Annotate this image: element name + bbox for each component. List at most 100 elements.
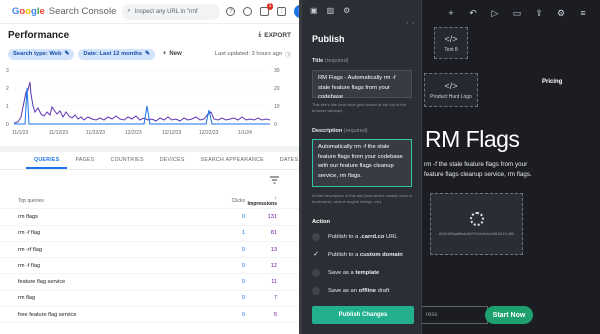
new-filter-button[interactable]: + New	[163, 51, 182, 57]
export-button[interactable]: ⤓ EXPORT	[258, 31, 291, 39]
y-right-tick: 30	[274, 68, 280, 74]
plus-icon: +	[162, 51, 167, 57]
filter-icon[interactable]	[270, 176, 279, 184]
tab-search-appearance[interactable]: SEARCH APPEARANCE	[193, 157, 272, 169]
email-input[interactable]: ress	[422, 306, 488, 324]
loading-spinner-icon	[469, 212, 484, 226]
title-label-text: Title	[312, 58, 324, 64]
description-textarea[interactable]: Automatically rm -f the stale feature fl…	[312, 139, 412, 187]
hero-description[interactable]: rm -f the stale feature flags from your …	[424, 160, 544, 180]
option-custom-domain[interactable]: ✓ Publish to a custom domain	[312, 251, 403, 259]
option-label: Publish to a custom domain	[328, 252, 403, 258]
add-icon[interactable]: +	[446, 8, 456, 18]
account-settings-icon[interactable]	[243, 7, 253, 16]
date-chip[interactable]: Date: Last 12 months ✎	[78, 48, 155, 60]
col-header-impressions[interactable]: ↓ Impressions	[245, 195, 299, 207]
clicks-cell: 1	[241, 230, 245, 237]
table-row[interactable]: feature flag service 0 11	[0, 274, 299, 291]
checkmark-icon: ✓	[313, 251, 319, 258]
impressions-cell: 12	[270, 262, 277, 269]
tab-countries[interactable]: COUNTRIES	[102, 157, 151, 169]
description-help-text: A brief description of this site (and wh…	[312, 193, 412, 204]
y-left-tick: 1	[6, 104, 9, 110]
tab-dates[interactable]: DATES	[272, 157, 299, 169]
x-tick: 12/12/23	[162, 130, 182, 136]
impressions-cell: 131	[267, 213, 277, 220]
table-row[interactable]: rm -f flag 1 81	[0, 226, 299, 242]
query-cell: rm flag	[18, 295, 36, 302]
impressions-cell: 7	[273, 295, 277, 302]
title-help-text: This site's title (and what gets shown a…	[312, 102, 406, 113]
panel-title: Publish	[312, 34, 345, 44]
preview-icon[interactable]: ▷	[490, 8, 500, 19]
option-offline-draft[interactable]: Save as an offline draft	[312, 287, 389, 295]
table-row[interactable]: rm -f flag 0 12	[0, 258, 299, 275]
radio-icon	[312, 287, 320, 295]
title-field-label: Title (required)	[312, 58, 349, 64]
publish-icon[interactable]: ⇪	[534, 8, 544, 19]
description-field-label: Description (required)	[312, 128, 368, 134]
query-cell: rm -f flag	[18, 230, 41, 237]
x-tick: 1/1/24	[238, 130, 252, 136]
x-tick: 11/12/23	[49, 130, 68, 136]
publish-panel: ▣ ▨ ⚙ ‹ › Publish Title (required) RM Fl…	[302, 0, 422, 334]
search-console-window: Google Search Console ⌕ Inspect any URL …	[0, 0, 299, 334]
image-icon[interactable]: ▨	[327, 6, 335, 15]
hero-heading[interactable]: RM Flags	[425, 126, 520, 153]
title-input[interactable]: RM Flags - Automatically rm -f stale fea…	[312, 70, 412, 100]
last-updated: Last updated: 3 hours ago ⓘ	[215, 50, 291, 59]
radio-icon	[312, 233, 320, 241]
option-label: Save as an offline draft	[328, 288, 390, 294]
product-name: Search Console	[48, 6, 117, 17]
pricing-link[interactable]: Pricing	[542, 79, 562, 85]
y-right-tick: 0	[274, 122, 277, 128]
search-type-label: Search type: Web	[13, 51, 62, 57]
start-now-button[interactable]: Start Now	[485, 306, 533, 324]
panel-nav-icon[interactable]: ‹ ›	[406, 21, 415, 27]
table-row[interactable]: rm flag 0 7	[0, 291, 299, 308]
description-required: (required)	[343, 128, 368, 134]
impressions-cell: 11	[271, 279, 277, 286]
x-tick: 11/22/23	[86, 130, 105, 136]
google-wordmark: Google	[12, 6, 45, 17]
option-carrd-url[interactable]: Publish to a .carrd.co URL	[312, 233, 398, 241]
y-right-tick: 10	[274, 104, 280, 110]
tab-pages[interactable]: PAGES	[67, 157, 102, 169]
help-icon[interactable]: ?	[226, 7, 236, 16]
clicks-cell: 0	[241, 262, 245, 269]
table-row[interactable]: rm flags 0 131	[0, 209, 299, 226]
settings-icon[interactable]: ⚙	[343, 6, 350, 15]
top-icons: ? 1 ⁞ B	[226, 3, 299, 18]
undo-icon[interactable]: ↶	[468, 8, 478, 19]
col-header-clicks[interactable]: Clicks	[195, 198, 245, 204]
product-hunt-logo-label: Product Hunt Logo	[430, 93, 472, 100]
notifications-icon[interactable]: 1	[260, 3, 274, 16]
tab-queries[interactable]: QUERIES	[26, 157, 68, 169]
menu-icon[interactable]: ≡	[578, 8, 588, 18]
device-icon[interactable]: ▭	[512, 8, 522, 19]
publish-changes-button[interactable]: Publish Changes	[312, 306, 414, 324]
product-hunt-logo-placeholder[interactable]: </> Product Hunt Logo	[424, 73, 478, 107]
table-row[interactable]: free feature flag service 0 5	[0, 307, 299, 324]
text-element-placeholder[interactable]: </> Text 8	[434, 27, 468, 59]
settings-icon[interactable]: ⚙	[556, 8, 566, 19]
edit-icon: ✎	[145, 51, 150, 57]
search-type-chip[interactable]: Search type: Web ✎	[8, 48, 75, 60]
download-icon: ⤓	[258, 31, 262, 38]
apps-grid-icon[interactable]: ⁞	[277, 7, 287, 16]
table-header-row: Top queries Clicks ↓ Impressions	[0, 193, 299, 210]
title-required: (required)	[324, 58, 349, 64]
tab-devices[interactable]: DEVICES	[152, 157, 193, 169]
save-icon[interactable]: ▣	[310, 6, 318, 15]
x-tick: 12/2/23	[125, 130, 142, 136]
option-template[interactable]: Save as a template	[312, 269, 379, 277]
performance-chart-svg: 3 2 1 0 30 20 10 0 11/1/23 11/12/23 11/2…	[6, 68, 280, 136]
info-icon: ⓘ	[285, 52, 291, 59]
embed-placeholder[interactable]: 8154489aaf9a4d4207e10eb4e2b5-8113-450	[430, 193, 523, 255]
impressions-cell: 5	[273, 311, 277, 318]
url-inspect-input[interactable]: ⌕ Inspect any URL in "rmf	[122, 3, 221, 20]
impressions-header-label: Impressions	[247, 200, 277, 207]
table-row[interactable]: rm -rf flag 0 13	[0, 242, 299, 259]
action-label: Action	[312, 219, 331, 225]
gsc-logo[interactable]: Google Search Console	[12, 6, 116, 17]
